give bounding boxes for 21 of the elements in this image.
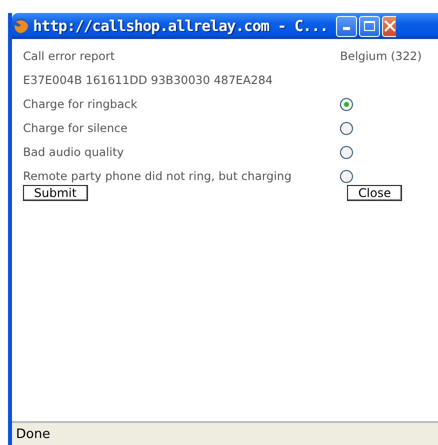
close-button[interactable]: Close xyxy=(347,185,402,201)
window-title: http://callshop.allrelay.com - C... xyxy=(33,17,328,35)
call-id: E37E004B 161611DD 93B30030 487EA284 xyxy=(23,73,274,87)
radio-button[interactable] xyxy=(340,170,353,182)
minimize-button[interactable] xyxy=(336,16,358,36)
close-icon xyxy=(384,20,396,32)
country-label: Belgium (322) xyxy=(340,49,422,63)
submit-button[interactable]: Submit xyxy=(23,185,88,201)
option-label: Bad audio quality xyxy=(23,145,125,159)
option-label: Remote party phone did not ring, but charging xyxy=(23,169,292,183)
radio-button[interactable] xyxy=(340,98,353,110)
browser-logo-icon xyxy=(13,18,29,34)
maximize-icon xyxy=(364,21,376,31)
radio-button[interactable] xyxy=(340,146,353,158)
maximize-button[interactable] xyxy=(359,16,380,36)
option-label: Charge for ringback xyxy=(23,97,138,111)
option-label: Charge for silence xyxy=(23,121,129,135)
close-window-button[interactable] xyxy=(382,16,396,36)
status-bar: Done xyxy=(12,421,438,445)
radio-button[interactable] xyxy=(340,122,353,134)
report-heading: Call error report xyxy=(23,49,116,63)
